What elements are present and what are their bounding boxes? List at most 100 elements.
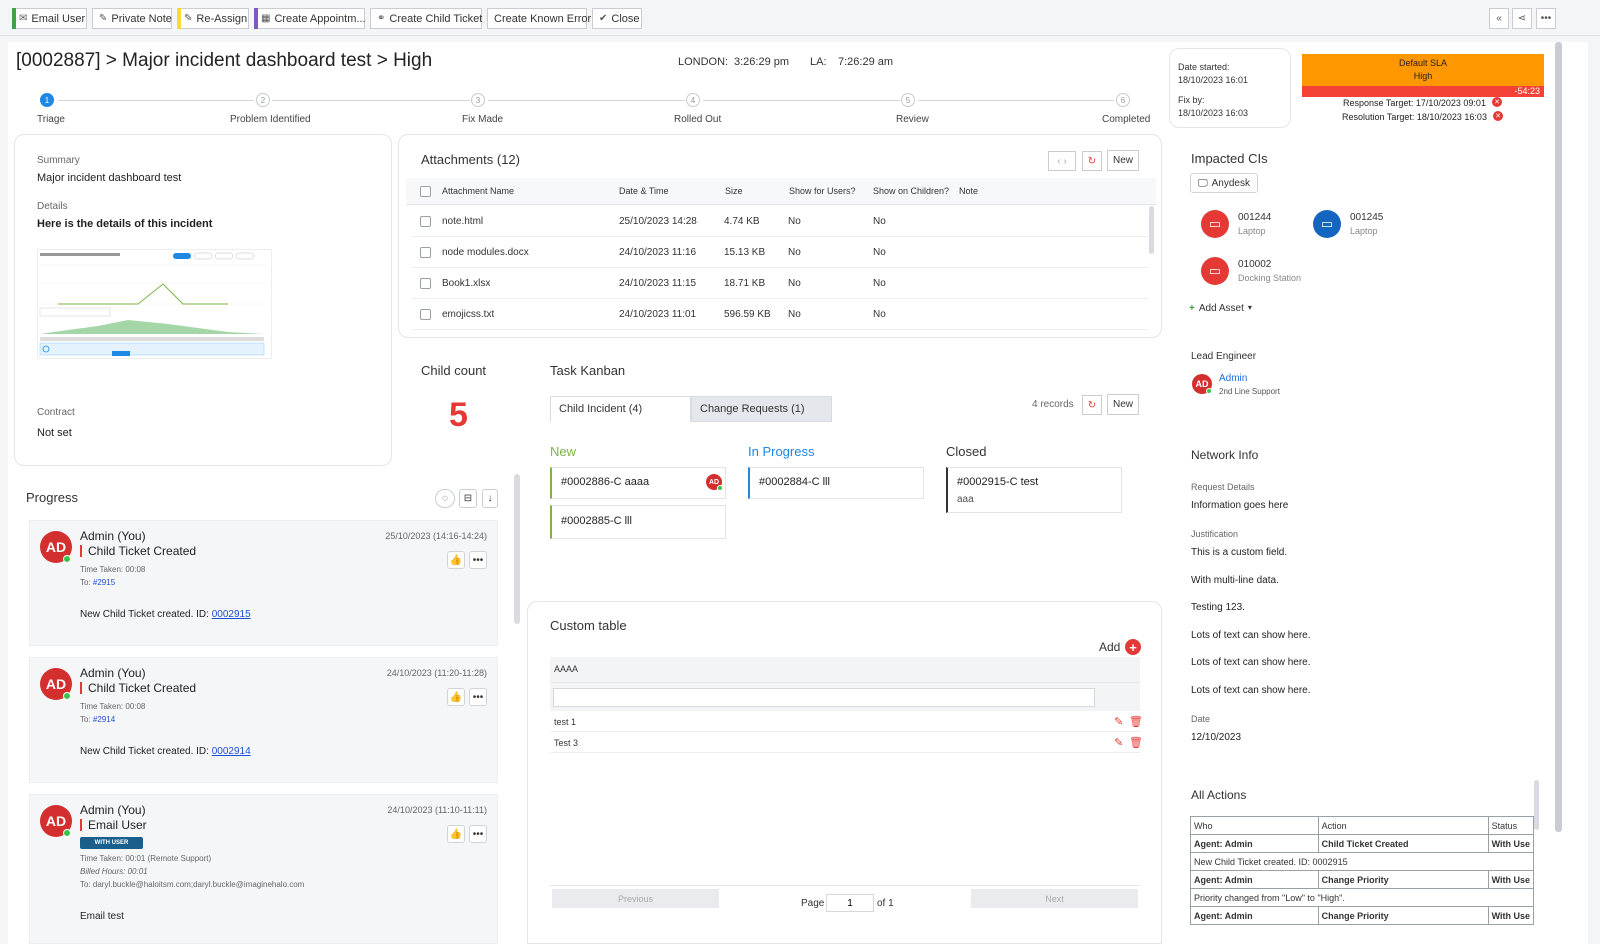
collapse-icon[interactable]: « xyxy=(1489,8,1509,29)
trash-icon[interactable]: 🗑 xyxy=(1129,736,1143,749)
step-1-dot[interactable]: 1 xyxy=(40,93,54,107)
previous-page-button[interactable]: Previous xyxy=(552,889,719,908)
new-kanban-button[interactable]: New xyxy=(1107,394,1139,415)
kanban-col-new: New xyxy=(550,444,577,459)
table-row: New Child Ticket created. ID: 0002915 xyxy=(1190,852,1534,871)
comment-filter-icon[interactable]: ◌ xyxy=(435,489,455,508)
column-filter-input[interactable] xyxy=(553,688,1095,707)
collapse-all-icon[interactable]: ⊟ xyxy=(459,489,477,508)
kanban-title: Task Kanban xyxy=(550,363,626,378)
col-size[interactable]: Size xyxy=(725,186,743,196)
entry-to-link[interactable]: #2915 xyxy=(93,578,115,587)
action-status: With Use xyxy=(1487,906,1535,925)
tab-child-incident[interactable]: Child Incident (4) xyxy=(550,396,691,422)
col-show-users[interactable]: Show for Users? xyxy=(789,186,856,196)
kanban-card[interactable]: #0002884-C lll xyxy=(748,467,924,499)
attachment-row[interactable]: emojicss.txt 24/10/2023 11:01 596.59 KB … xyxy=(412,299,1148,330)
col-aaaa[interactable]: AAAA xyxy=(554,664,578,674)
details-image[interactable] xyxy=(37,249,272,359)
add-asset-button[interactable]: + Add Asset ▾ xyxy=(1189,303,1252,314)
custom-table-add-label[interactable]: Add xyxy=(1099,640,1120,654)
page-number-input[interactable] xyxy=(826,894,874,912)
action-who: Agent: Admin xyxy=(1190,906,1319,925)
progress-scrollbar[interactable] xyxy=(514,474,520,624)
ci-id[interactable]: 010002 xyxy=(1238,259,1271,270)
kanban-card[interactable]: #0002885-C lll xyxy=(550,505,726,539)
page-scrollbar[interactable] xyxy=(1555,42,1562,832)
kanban-card[interactable]: #0002915-C test aaa xyxy=(946,467,1122,513)
docking-station-icon[interactable]: ▭ xyxy=(1201,257,1229,285)
step-5-dot[interactable]: 5 xyxy=(901,93,915,107)
create-child-ticket-button[interactable]: ⚭ Create Child Ticket xyxy=(370,8,482,29)
attachment-row[interactable]: Book1.xlsx 24/10/2023 11:15 18.71 KB No … xyxy=(412,268,1148,299)
laptop-icon[interactable]: ▭ xyxy=(1313,210,1341,238)
sla-overdue-bar: -54:23 xyxy=(1302,86,1544,97)
col-date-time[interactable]: Date & Time xyxy=(619,186,669,196)
row-checkbox[interactable] xyxy=(420,309,431,320)
refresh-attachments-icon[interactable]: ↻ xyxy=(1082,151,1102,171)
close-button[interactable]: ✔ Close xyxy=(592,8,642,29)
attachments-pager[interactable]: ‹ › xyxy=(1048,151,1076,171)
email-user-button[interactable]: ✉ Email User xyxy=(12,8,87,29)
create-appointment-button[interactable]: ▦ Create Appointm... xyxy=(254,8,366,29)
edit-icon[interactable]: ✎ xyxy=(1114,736,1123,749)
step-label-completed: Completed xyxy=(1102,114,1151,125)
kanban-card[interactable]: #0002886-C aaaa AD xyxy=(550,467,726,499)
new-attachment-button[interactable]: New xyxy=(1107,150,1139,171)
private-note-button[interactable]: ✎ Private Note xyxy=(92,8,172,29)
add-row-icon[interactable]: + xyxy=(1125,639,1141,655)
more-icon[interactable]: ••• xyxy=(469,688,487,706)
thumbs-up-icon[interactable]: 👍 xyxy=(447,688,465,706)
lead-engineer-name[interactable]: Admin xyxy=(1219,373,1247,384)
header-status: Status xyxy=(1487,816,1535,835)
col-note[interactable]: Note xyxy=(959,186,978,196)
col-show-children[interactable]: Show on Children? xyxy=(873,186,949,196)
next-page-button[interactable]: Next xyxy=(971,889,1138,908)
action-name: Child Ticket Created xyxy=(1317,834,1489,853)
step-4-dot[interactable]: 4 xyxy=(686,93,700,107)
thumbs-up-icon[interactable]: 👍 xyxy=(447,551,465,569)
progress-entry: AD Admin (You) Child Ticket Created 24/1… xyxy=(29,657,498,783)
select-all-checkbox[interactable] xyxy=(420,186,431,197)
more-icon[interactable]: ••• xyxy=(469,825,487,843)
create-known-error-button[interactable]: Create Known Error xyxy=(487,8,591,29)
share-icon[interactable]: ⋖ xyxy=(1512,8,1532,29)
attachment-row[interactable]: node modules.docx 24/10/2023 11:16 15.13… xyxy=(412,237,1148,268)
attachments-scrollbar[interactable] xyxy=(1149,206,1154,254)
resolution-breached-icon: ✕ xyxy=(1493,111,1503,121)
refresh-kanban-icon[interactable]: ↻ xyxy=(1082,395,1102,415)
entry-to-link[interactable]: #2914 xyxy=(93,715,115,724)
thumbs-up-icon[interactable]: 👍 xyxy=(447,825,465,843)
reassign-button[interactable]: ✎ Re-Assign xyxy=(177,8,249,29)
col-attachment-name[interactable]: Attachment Name xyxy=(442,186,514,196)
tab-change-requests[interactable]: Change Requests (1) xyxy=(691,396,832,422)
table-row[interactable]: test 1 ✎ 🗑 xyxy=(550,712,1143,732)
entry-body-link[interactable]: 0002915 xyxy=(212,609,251,620)
table-row[interactable]: Test 3 ✎ 🗑 xyxy=(550,733,1143,753)
edit-icon[interactable]: ✎ xyxy=(1114,715,1123,728)
sort-down-icon[interactable]: ↓ xyxy=(482,489,498,508)
more-icon[interactable]: ••• xyxy=(1536,8,1556,29)
entry-body-link[interactable]: 0002914 xyxy=(212,746,251,757)
entry-action: Email User xyxy=(80,819,147,831)
ci-tag[interactable]: 🖵 Anydesk xyxy=(1190,173,1258,193)
more-icon[interactable]: ••• xyxy=(469,551,487,569)
step-2-dot[interactable]: 2 xyxy=(256,93,270,107)
justification-line: This is a custom field. xyxy=(1191,547,1288,558)
ci-id[interactable]: 001245 xyxy=(1350,212,1383,223)
row-checkbox[interactable] xyxy=(420,247,431,258)
row-checkbox[interactable] xyxy=(420,278,431,289)
entry-time-taken: Time Taken: 00:08 xyxy=(80,702,146,711)
action-note: New Child Ticket created. ID: 0002915 xyxy=(1190,852,1534,871)
row-checkbox[interactable] xyxy=(420,216,431,227)
child-count-value: 5 xyxy=(449,396,468,434)
all-actions-scrollbar[interactable] xyxy=(1534,780,1539,830)
attachment-users: No xyxy=(788,309,801,320)
ci-id[interactable]: 001244 xyxy=(1238,212,1271,223)
online-status-icon xyxy=(63,555,71,563)
attachment-row[interactable]: note.html 25/10/2023 14:28 4.74 KB No No xyxy=(412,206,1148,237)
step-3-dot[interactable]: 3 xyxy=(471,93,485,107)
trash-icon[interactable]: 🗑 xyxy=(1129,715,1143,728)
laptop-icon[interactable]: ▭ xyxy=(1201,210,1229,238)
step-6-dot[interactable]: 6 xyxy=(1116,93,1130,107)
